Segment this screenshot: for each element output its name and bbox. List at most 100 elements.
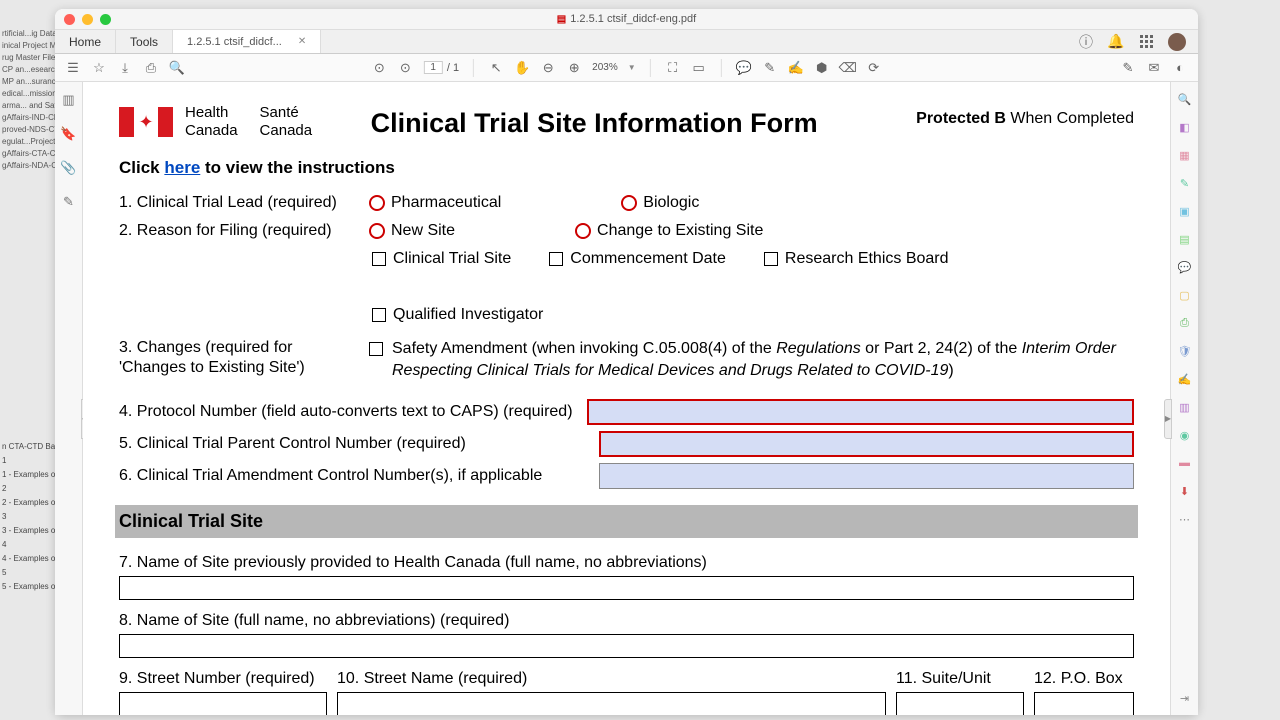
account-icon[interactable]: ◐: [1172, 60, 1188, 76]
rotate-icon[interactable]: ⟳: [866, 60, 882, 76]
instructions-line: Click here to view the instructions: [119, 158, 1134, 178]
zoom-out-icon[interactable]: ⊖: [540, 60, 556, 76]
q7-label: 7. Name of Site previously provided to H…: [119, 554, 1134, 572]
left-nav-rail: ▥ 🔖 📎 ✎: [55, 82, 83, 715]
input-suite-unit[interactable]: [896, 692, 1024, 715]
protected-label: Protected B When Completed: [916, 104, 1134, 128]
signatures-icon[interactable]: ✎: [61, 194, 77, 210]
input-amendment-control-number[interactable]: [599, 463, 1134, 489]
pointer-icon[interactable]: ↖: [488, 60, 504, 76]
share-icon[interactable]: ✎: [1120, 60, 1136, 76]
input-parent-control-number[interactable]: [599, 431, 1134, 457]
export-pdf-icon[interactable]: ▣: [1176, 202, 1194, 220]
tab-home[interactable]: Home: [55, 30, 116, 53]
comment-icon[interactable]: 💬: [736, 60, 752, 76]
close-window-button[interactable]: [64, 14, 75, 25]
thumbnails-icon[interactable]: ▥: [61, 92, 77, 108]
read-mode-icon[interactable]: ▭: [691, 60, 707, 76]
background-toc: n CTA-CTD Bac11 - Examples of 22 - Examp…: [0, 440, 55, 594]
checkbox-icon: [764, 252, 778, 266]
redact-icon[interactable]: ▬: [1176, 454, 1194, 472]
close-tab-icon[interactable]: ✕: [298, 36, 306, 47]
maximize-window-button[interactable]: [100, 14, 111, 25]
radio-icon: [369, 223, 385, 239]
check-research-ethics[interactable]: Research Ethics Board: [764, 250, 949, 268]
comment-tool-icon[interactable]: 💬: [1176, 258, 1194, 276]
check-qualified-investigator[interactable]: Qualified Investigator: [372, 306, 543, 324]
check-clinical-trial-site[interactable]: Clinical Trial Site: [372, 250, 511, 268]
compress-icon[interactable]: ⬇: [1176, 482, 1194, 500]
sticky-note-icon[interactable]: ▢: [1176, 286, 1194, 304]
fill-sign-icon[interactable]: ✍: [1176, 370, 1194, 388]
erase-icon[interactable]: ⌫: [840, 60, 856, 76]
star-icon[interactable]: ☆: [91, 60, 107, 76]
save-icon[interactable]: ⤓: [117, 60, 133, 76]
more-tools-icon[interactable]: ⋯: [1176, 510, 1194, 528]
input-street-name[interactable]: [337, 692, 886, 715]
create-pdf-icon[interactable]: ◧: [1176, 118, 1194, 136]
window-title: ▤ 1.2.5.1 ctsif_didcf-eng.pdf: [557, 13, 696, 25]
q1-label: 1. Clinical Trial Lead (required): [119, 194, 369, 212]
scan-icon[interactable]: ⎙: [1176, 314, 1194, 332]
stamp-icon[interactable]: ⬢: [814, 60, 830, 76]
section-clinical-trial-site: Clinical Trial Site: [115, 505, 1138, 538]
sidebar-toggle-icon[interactable]: ☰: [65, 60, 81, 76]
q3-label: 3. Changes (required for'Changes to Exis…: [119, 338, 369, 378]
zoom-level[interactable]: 203%: [592, 62, 618, 73]
radio-change-site[interactable]: Change to Existing Site: [575, 222, 763, 240]
attachments-icon[interactable]: 📎: [61, 160, 77, 176]
radio-new-site[interactable]: New Site: [369, 222, 455, 240]
checkbox-icon: [372, 308, 386, 322]
search-icon[interactable]: 🔍: [169, 60, 185, 76]
q11-label: 11. Suite/Unit: [896, 670, 1024, 688]
draw-icon[interactable]: ✍: [788, 60, 804, 76]
tab-bar: Home Tools 1.2.5.1 ctsif_didcf... ✕ ⓘ 🔔: [55, 30, 1198, 54]
notifications-icon[interactable]: 🔔: [1108, 34, 1124, 50]
q12-label: 12. P.O. Box: [1034, 670, 1134, 688]
tab-tools[interactable]: Tools: [116, 30, 173, 53]
input-street-number[interactable]: [119, 692, 327, 715]
input-site-name[interactable]: [119, 634, 1134, 658]
radio-biologic[interactable]: Biologic: [621, 194, 699, 212]
right-panel-expand[interactable]: ▶: [1164, 399, 1172, 439]
canada-flag-icon: ✦: [119, 107, 173, 137]
input-po-box[interactable]: [1034, 692, 1134, 715]
input-protocol-number[interactable]: [587, 399, 1134, 425]
q8-label: 8. Name of Site (full name, no abbreviat…: [119, 612, 1134, 630]
organize-icon[interactable]: ▤: [1176, 230, 1194, 248]
input-site-previous-name[interactable]: [119, 576, 1134, 600]
instructions-link[interactable]: here: [164, 158, 200, 177]
fit-width-icon[interactable]: ⛶: [665, 60, 681, 76]
apps-icon[interactable]: [1138, 34, 1154, 50]
print-icon[interactable]: ⎙: [143, 60, 159, 76]
tab-document[interactable]: 1.2.5.1 ctsif_didcf... ✕: [173, 30, 321, 53]
page-up-icon[interactable]: ⊙: [371, 60, 387, 76]
user-avatar[interactable]: [1168, 33, 1186, 51]
highlight-icon[interactable]: ✎: [762, 60, 778, 76]
check-commencement-date[interactable]: Commencement Date: [549, 250, 726, 268]
q3-text: Safety Amendment (when invoking C.05.008…: [392, 338, 1134, 381]
minimize-window-button[interactable]: [82, 14, 93, 25]
radio-icon: [575, 223, 591, 239]
protect-icon[interactable]: 🛡: [1176, 342, 1194, 360]
q5-label: 5. Clinical Trial Parent Control Number …: [119, 435, 585, 453]
bookmark-icon[interactable]: 🔖: [61, 126, 77, 142]
q6-label: 6. Clinical Trial Amendment Control Numb…: [119, 467, 585, 485]
certificates-icon[interactable]: ◉: [1176, 426, 1194, 444]
hand-icon[interactable]: ✋: [514, 60, 530, 76]
edit-pdf-icon[interactable]: ✎: [1176, 174, 1194, 192]
search-tool-icon[interactable]: 🔍: [1176, 90, 1194, 108]
help-icon[interactable]: ⓘ: [1078, 34, 1094, 50]
email-icon[interactable]: ✉: [1146, 60, 1162, 76]
page-down-icon[interactable]: ⊙: [397, 60, 413, 76]
radio-pharmaceutical[interactable]: Pharmaceutical: [369, 194, 501, 212]
page-indicator: 1 / 1: [423, 61, 459, 74]
check-safety-amendment[interactable]: [369, 342, 383, 356]
background-file-list: rtificial...ig Data Iinical Project Mrug…: [0, 28, 55, 172]
zoom-in-icon[interactable]: ⊕: [566, 60, 582, 76]
tab-document-label: 1.2.5.1 ctsif_didcf...: [187, 36, 282, 48]
document-viewport[interactable]: ✦ HealthCanada SantéCanada Clinical Tria…: [83, 82, 1170, 715]
combine-icon[interactable]: ▦: [1176, 146, 1194, 164]
collapse-panel-icon[interactable]: ⇥: [1176, 689, 1194, 707]
prepare-form-icon[interactable]: ▥: [1176, 398, 1194, 416]
